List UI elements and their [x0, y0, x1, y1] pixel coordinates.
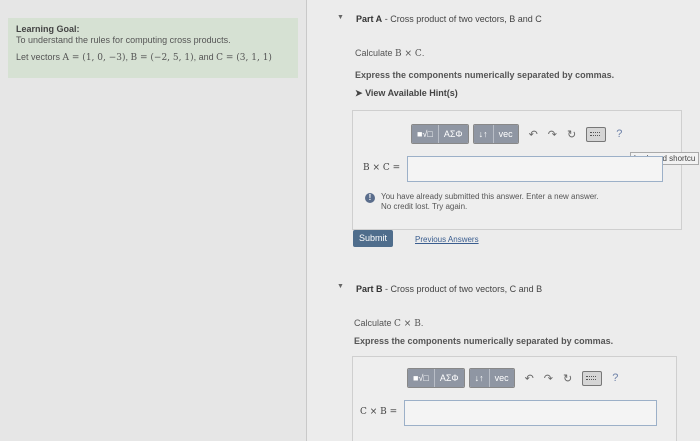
part-b-instruction: Express the components numerically separ… [354, 336, 614, 346]
learning-goal-title: Learning Goal: [16, 24, 80, 34]
part-a-calculate-suffix: . [421, 48, 425, 58]
part-a-label: Part A [356, 14, 383, 24]
warning-icon: ! [365, 193, 375, 203]
part-b-toolbar: ■√□ ΑΣΦ ↓↑ vec ↶ ↷ ↻ ? [407, 368, 618, 388]
part-a-math-buttons: ■√□ ΑΣΦ [411, 124, 469, 144]
arrows-button[interactable]: ↓↑ [473, 125, 494, 143]
warning-line-2: No credit lost. Try again. [381, 202, 468, 211]
vector-c: C = (3, 1, 1) [216, 53, 272, 63]
part-b-arrows-button[interactable]: ↓↑ [469, 369, 490, 387]
part-a-instruction: Express the components numerically separ… [355, 70, 615, 80]
learning-goal-description: To understand the rules for computing cr… [16, 35, 231, 45]
vectors-prefix: Let vectors [16, 52, 61, 62]
right-pane: ▼ Part A - Cross product of two vectors,… [307, 0, 700, 441]
templates-button[interactable]: ■√□ [412, 125, 439, 143]
part-a-toolbar: ■√□ ΑΣΦ ↓↑ vec ↶ ↷ ↻ ? [411, 124, 622, 144]
and-text: and [198, 52, 214, 62]
reset-icon[interactable]: ↻ [567, 128, 576, 141]
part-b-help-icon[interactable]: ? [612, 372, 618, 384]
part-b-undo-icon[interactable]: ↶ [525, 372, 534, 385]
part-b-keyboard-icon[interactable] [582, 370, 603, 386]
undo-icon[interactable]: ↶ [529, 128, 538, 141]
part-b-greek-button[interactable]: ΑΣΦ [434, 369, 464, 387]
vector-b: B = (−2, 5, 1) [130, 53, 194, 63]
part-b-reset-icon[interactable]: ↻ [563, 372, 572, 385]
part-b-answer-input[interactable] [404, 400, 657, 426]
view-hints-label: View Available Hint(s) [365, 88, 458, 98]
hints-arrow-icon: ➤ [355, 88, 363, 98]
learning-goal-box: Learning Goal: To understand the rules f… [8, 18, 298, 78]
part-b-calculate-expr: C × B [394, 319, 421, 329]
part-a-calculate-expr: B × C [395, 49, 422, 59]
part-a-title[interactable]: Part A - Cross product of two vectors, B… [356, 14, 542, 24]
part-b-redo-icon[interactable]: ↷ [544, 372, 553, 385]
part-b-collapse-icon[interactable]: ▼ [337, 283, 344, 290]
submit-button[interactable]: Submit [353, 230, 394, 247]
part-b-calculate-prefix: Calculate [354, 318, 392, 328]
part-b-heading: - Cross product of two vectors, C and B [385, 284, 543, 294]
part-a-calculate-prefix: Calculate [355, 48, 393, 58]
part-b-vec-button[interactable]: vec [489, 369, 514, 387]
vector-a: A = (1, 0, −3) [62, 53, 126, 63]
learning-goal-vectors: Let vectors A = (1, 0, −3), B = (−2, 5, … [16, 52, 272, 63]
part-b-calculate-suffix: . [420, 318, 424, 328]
part-b-templates-button[interactable]: ■√□ [408, 369, 435, 387]
part-b-label: Part B [356, 284, 383, 294]
warning-line-1: You have already submitted this answer. … [381, 192, 599, 201]
part-a-calculate: Calculate B × C. [355, 48, 424, 59]
part-b-answer-label: C × B = [360, 407, 398, 417]
help-icon[interactable]: ? [616, 128, 622, 140]
part-b-math-buttons: ■√□ ΑΣΦ [407, 368, 465, 388]
keyboard-icon[interactable] [586, 126, 607, 142]
left-pane: Learning Goal: To understand the rules f… [0, 0, 306, 441]
view-hints-link[interactable]: ➤ View Available Hint(s) [355, 88, 458, 99]
part-a-warning: ! You have already submitted this answer… [365, 192, 599, 212]
part-b-title[interactable]: Part B - Cross product of two vectors, C… [356, 284, 542, 294]
vec-button[interactable]: vec [493, 125, 518, 143]
part-a-answer-input[interactable] [407, 156, 663, 182]
greek-button[interactable]: ΑΣΦ [438, 125, 468, 143]
part-b-arrow-buttons: ↓↑ vec [468, 368, 515, 388]
part-a-heading: - Cross product of two vectors, B and C [384, 14, 542, 24]
previous-answers-link[interactable]: Previous Answers [415, 235, 479, 244]
part-a-arrow-buttons: ↓↑ vec [472, 124, 519, 144]
part-a-answer-label: B × C = [363, 163, 401, 173]
redo-icon[interactable]: ↷ [548, 128, 557, 141]
part-b-calculate: Calculate C × B. [354, 318, 423, 329]
part-a-collapse-icon[interactable]: ▼ [337, 14, 344, 21]
